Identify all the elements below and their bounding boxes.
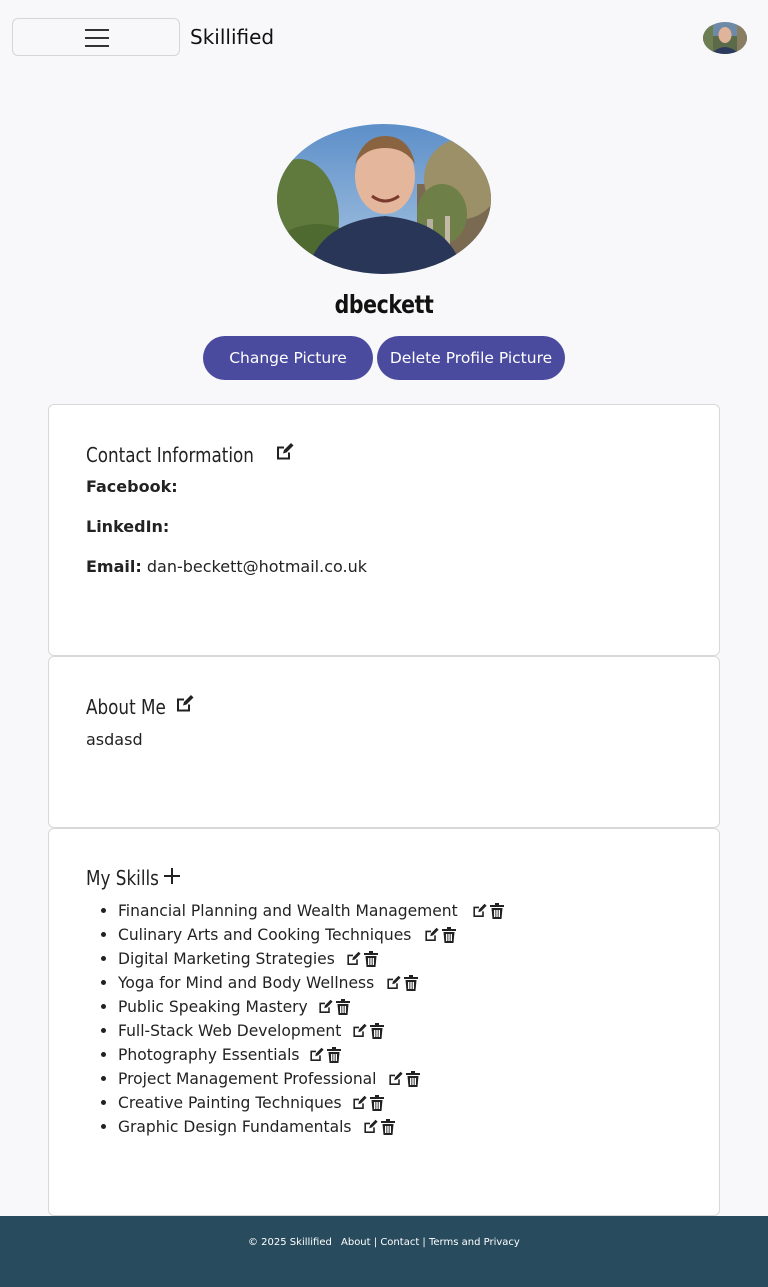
trash-icon[interactable] [401,972,419,996]
edit-icon[interactable] [359,1116,378,1140]
edit-icon[interactable] [342,948,361,972]
edit-icon[interactable] [274,442,294,467]
skill-list-item: Culinary Arts and Cooking Techniques [118,923,504,947]
footer-separator: | [373,1237,378,1248]
edit-icon[interactable] [348,1092,368,1116]
plus-icon[interactable] [163,866,181,890]
facebook-label: Facebook: [86,477,178,496]
skill-list-item: Full-Stack Web Development [118,1019,504,1043]
trash-icon[interactable] [487,900,505,924]
about-me-card: About Me asdasd [48,656,720,828]
edit-icon[interactable] [420,924,440,948]
about-me-title: About Me [86,694,194,719]
trash-icon[interactable] [324,1044,342,1068]
about-me-heading: About Me [86,694,166,719]
delete-profile-picture-button[interactable]: Delete Profile Picture [377,336,565,380]
facebook-field: Facebook: [86,477,178,496]
skill-name: Creative Painting Techniques [118,1093,342,1112]
skill-list-item: Public Speaking Mastery [118,995,504,1019]
skill-name: Yoga for Mind and Body Wellness [118,973,375,992]
my-skills-title: My Skills [86,866,181,890]
edit-icon[interactable] [174,694,194,719]
footer-separator: | [422,1237,426,1248]
footer: © 2025 Skillified About | Contact | Term… [0,1216,768,1287]
contact-information-card: Contact Information Facebook: LinkedIn: … [48,404,720,656]
skill-list-item: Photography Essentials [118,1043,504,1067]
skill-list-item: Yoga for Mind and Body Wellness [118,971,504,995]
skill-list-item: Project Management Professional [118,1067,504,1091]
trash-icon[interactable] [378,1116,395,1140]
footer-terms-link[interactable]: Terms and Privacy [429,1237,520,1248]
edit-icon[interactable] [468,900,487,924]
trash-icon[interactable] [361,948,378,972]
profile-picture [277,124,491,274]
skill-name: Full-Stack Web Development [118,1021,342,1040]
skill-name: Photography Essentials [118,1045,300,1064]
trash-icon[interactable] [367,1020,385,1044]
about-me-text: asdasd [86,730,143,749]
email-value: dan-beckett@hotmail.co.uk [146,557,367,576]
linkedin-label: LinkedIn: [86,517,170,536]
skill-list-item: Creative Painting Techniques [118,1091,504,1115]
trash-icon[interactable] [367,1092,385,1116]
my-skills-card: My Skills Financial Planning and Wealth … [48,828,720,1216]
user-avatar[interactable] [703,22,747,54]
edit-icon[interactable] [382,972,401,996]
edit-icon[interactable] [384,1068,404,1092]
skill-name: Digital Marketing Strategies [118,949,335,968]
hamburger-icon [85,29,109,47]
footer-about-link[interactable]: About [341,1237,371,1248]
edit-icon[interactable] [314,996,333,1020]
email-label: Email: [86,557,142,576]
trash-icon[interactable] [439,924,457,948]
contact-information-title: Contact Information [86,442,294,467]
brand-link[interactable]: Skillified [190,25,274,49]
menu-toggle-button[interactable] [12,18,180,56]
skill-list-item: Graphic Design Fundamentals [118,1115,504,1139]
skill-name: Project Management Professional [118,1069,377,1088]
trash-icon[interactable] [333,996,350,1020]
footer-contact-link[interactable]: Contact [380,1237,419,1248]
skill-name: Public Speaking Mastery [118,997,308,1016]
navbar: Skillified [0,0,768,76]
footer-links: About | Contact | Terms and Privacy [341,1237,520,1248]
username-heading: dbeckett [334,290,434,319]
my-skills-heading: My Skills [86,866,159,890]
contact-information-heading: Contact Information [86,442,254,467]
skill-list-item: Digital Marketing Strategies [118,947,504,971]
email-field: Email: dan-beckett@hotmail.co.uk [86,557,367,576]
skill-list-item: Financial Planning and Wealth Management [118,899,505,924]
edit-icon[interactable] [348,1020,367,1044]
edit-icon[interactable] [305,1044,324,1068]
skill-name: Culinary Arts and Cooking Techniques [118,925,412,944]
skill-name: Financial Planning and Wealth Management [118,901,458,920]
trash-icon[interactable] [403,1068,421,1092]
skill-name: Graphic Design Fundamentals [118,1117,352,1136]
footer-copyright: © 2025 Skillified [248,1237,332,1248]
skills-list: Financial Planning and Wealth Management… [86,899,505,1139]
change-picture-button[interactable]: Change Picture [203,336,373,380]
linkedin-field: LinkedIn: [86,517,169,536]
